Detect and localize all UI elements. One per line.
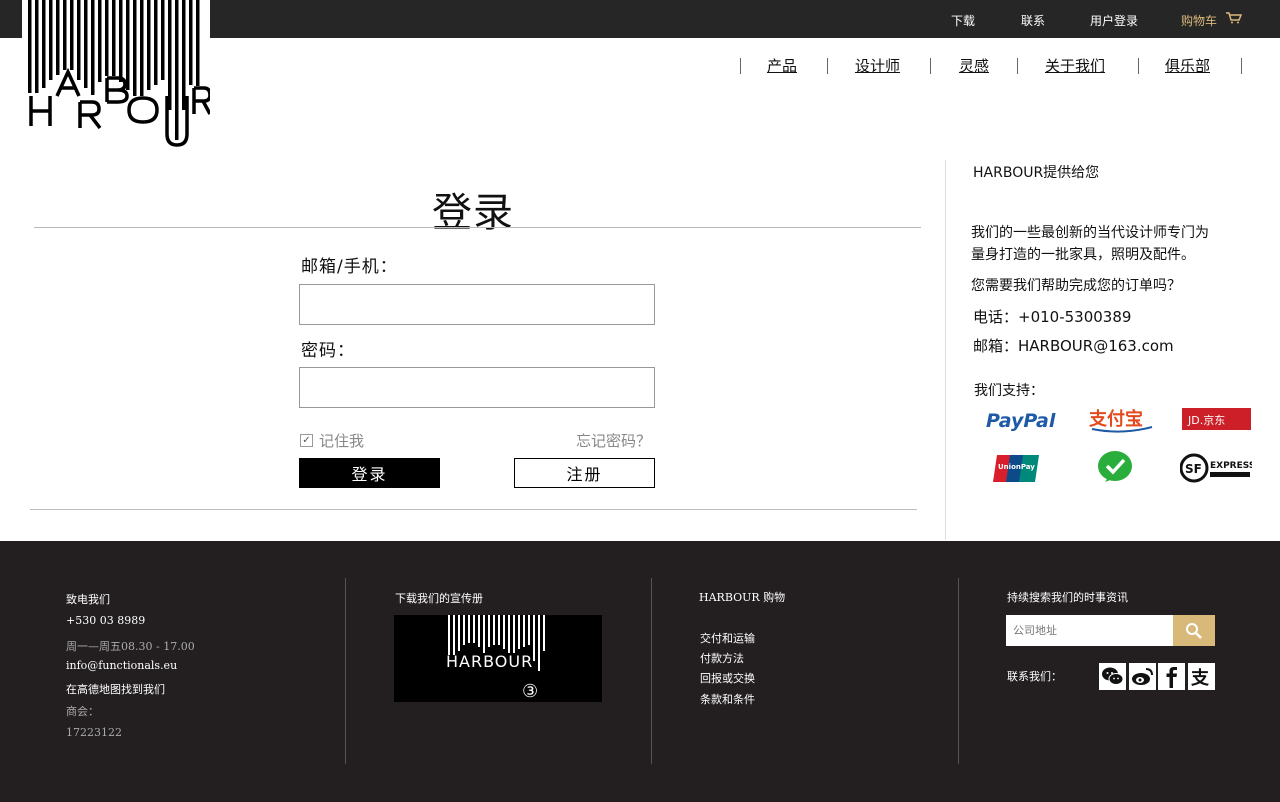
harbour-logo[interactable]: [22, 0, 210, 150]
login-button[interactable]: 登录: [299, 458, 440, 488]
brochure-image[interactable]: HARBOUR ③: [394, 615, 602, 702]
footer-email[interactable]: info@functionals.eu: [66, 659, 177, 672]
footer-divider: [651, 578, 652, 764]
svg-text:PayPal: PayPal: [986, 410, 1056, 432]
remember-checkbox[interactable]: ✓: [300, 434, 313, 447]
footer-follow-label: 联系我们：: [1007, 670, 1062, 683]
sidebar-help: 您需要我们帮助完成您的订单吗？: [971, 278, 1181, 294]
paypal-icon: PayPal: [986, 410, 1056, 432]
jd-icon: JD.京东: [1182, 408, 1251, 430]
email-field[interactable]: [299, 284, 655, 325]
nav-item-club[interactable]: 俱乐部: [1165, 55, 1210, 76]
nav-divider: [930, 58, 931, 74]
password-field[interactable]: [299, 367, 655, 408]
remember-me[interactable]: ✓ 记住我: [300, 430, 364, 451]
email-label: 邮箱/手机：: [301, 257, 398, 277]
forgot-password-link[interactable]: 忘记密码？: [576, 430, 651, 451]
cart-link[interactable]: 购物车: [1181, 12, 1217, 29]
sf-express-icon: SF EXPRESS: [1180, 453, 1252, 483]
sidebar-divider: [945, 160, 946, 540]
svg-text:SF: SF: [1185, 462, 1202, 476]
nav-divider: [827, 58, 828, 74]
weibo-icon[interactable]: [1129, 663, 1156, 690]
search-icon: [1186, 622, 1202, 639]
password-label: 密码：: [301, 341, 355, 361]
sidebar-desc-line2: 量身打造的一批家具，照明及配件。: [971, 247, 1195, 263]
svg-text:支: 支: [1190, 667, 1210, 689]
alipay-social-icon[interactable]: 支: [1188, 663, 1215, 690]
svg-text:③: ③: [522, 681, 538, 702]
footer-hours: 周一—周五08.30 - 17.00: [66, 640, 195, 653]
wechat-pay-icon: [1098, 451, 1132, 482]
footer-meeting-label: 商会：: [66, 705, 99, 718]
contact-link[interactable]: 联系: [1021, 12, 1045, 29]
sidebar-heading: HARBOUR提供给您: [973, 165, 1100, 181]
sidebar-phone: 电话：+010-5300389: [973, 308, 1132, 326]
footer-phone[interactable]: +530 03 8989: [66, 614, 145, 627]
footer-news-title: 持续搜索我们的时事资讯: [1007, 591, 1128, 604]
page-title: 登录: [432, 190, 514, 236]
nav-item-products[interactable]: 产品: [767, 55, 797, 76]
search-input[interactable]: [1006, 615, 1173, 646]
footer-divider: [958, 578, 959, 764]
nav-divider: [740, 58, 741, 74]
footer-meeting-number: 17223122: [66, 726, 122, 739]
footer-link-delivery[interactable]: 交付和运输: [700, 630, 755, 646]
sidebar-email: 邮箱：HARBOUR@163.com: [973, 337, 1174, 355]
footer-link-returns[interactable]: 回报或交换: [700, 670, 755, 686]
nav-divider: [1017, 58, 1018, 74]
svg-text:UnionPay: UnionPay: [998, 463, 1035, 471]
nav-item-inspiration[interactable]: 灵感: [959, 55, 989, 76]
search-button[interactable]: [1173, 615, 1215, 646]
wechat-icon[interactable]: [1099, 663, 1126, 690]
nav-divider: [1138, 58, 1139, 74]
cart-icon[interactable]: [1226, 12, 1242, 24]
footer-shop-title: HARBOUR 购物: [699, 591, 786, 604]
download-link[interactable]: 下载: [951, 12, 975, 29]
user-login-link[interactable]: 用户登录: [1090, 12, 1138, 29]
nav-item-designers[interactable]: 设计师: [855, 55, 900, 76]
alipay-icon: 支付宝: [1088, 408, 1153, 433]
footer: [0, 541, 1280, 802]
support-label: 我们支持：: [974, 383, 1044, 399]
svg-text:支付宝: 支付宝: [1088, 408, 1143, 430]
svg-text:EXPRESS: EXPRESS: [1210, 461, 1252, 471]
unionpay-icon: UnionPay: [993, 455, 1039, 482]
svg-text:JD.京东: JD.京东: [1187, 413, 1225, 427]
sidebar-desc-line1: 我们的一些最创新的当代设计师专门为: [971, 225, 1209, 241]
register-button[interactable]: 注册: [514, 458, 655, 488]
footer-call-title: 致电我们: [66, 593, 110, 606]
nav-divider: [1241, 58, 1242, 74]
svg-text:HARBOUR: HARBOUR: [446, 652, 533, 671]
footer-link-terms[interactable]: 条款和条件: [700, 691, 755, 707]
footer-map-link[interactable]: 在高德地图找到我们: [66, 681, 165, 697]
facebook-icon[interactable]: [1158, 663, 1185, 690]
remember-label: 记住我: [319, 432, 365, 450]
footer-brochure-title: 下载我们的宣传册: [395, 592, 483, 605]
divider: [34, 227, 921, 228]
nav-item-about-us[interactable]: 关于我们: [1045, 55, 1105, 76]
footer-divider: [345, 578, 346, 764]
divider: [30, 509, 917, 510]
footer-link-payment[interactable]: 付款方法: [700, 650, 744, 666]
